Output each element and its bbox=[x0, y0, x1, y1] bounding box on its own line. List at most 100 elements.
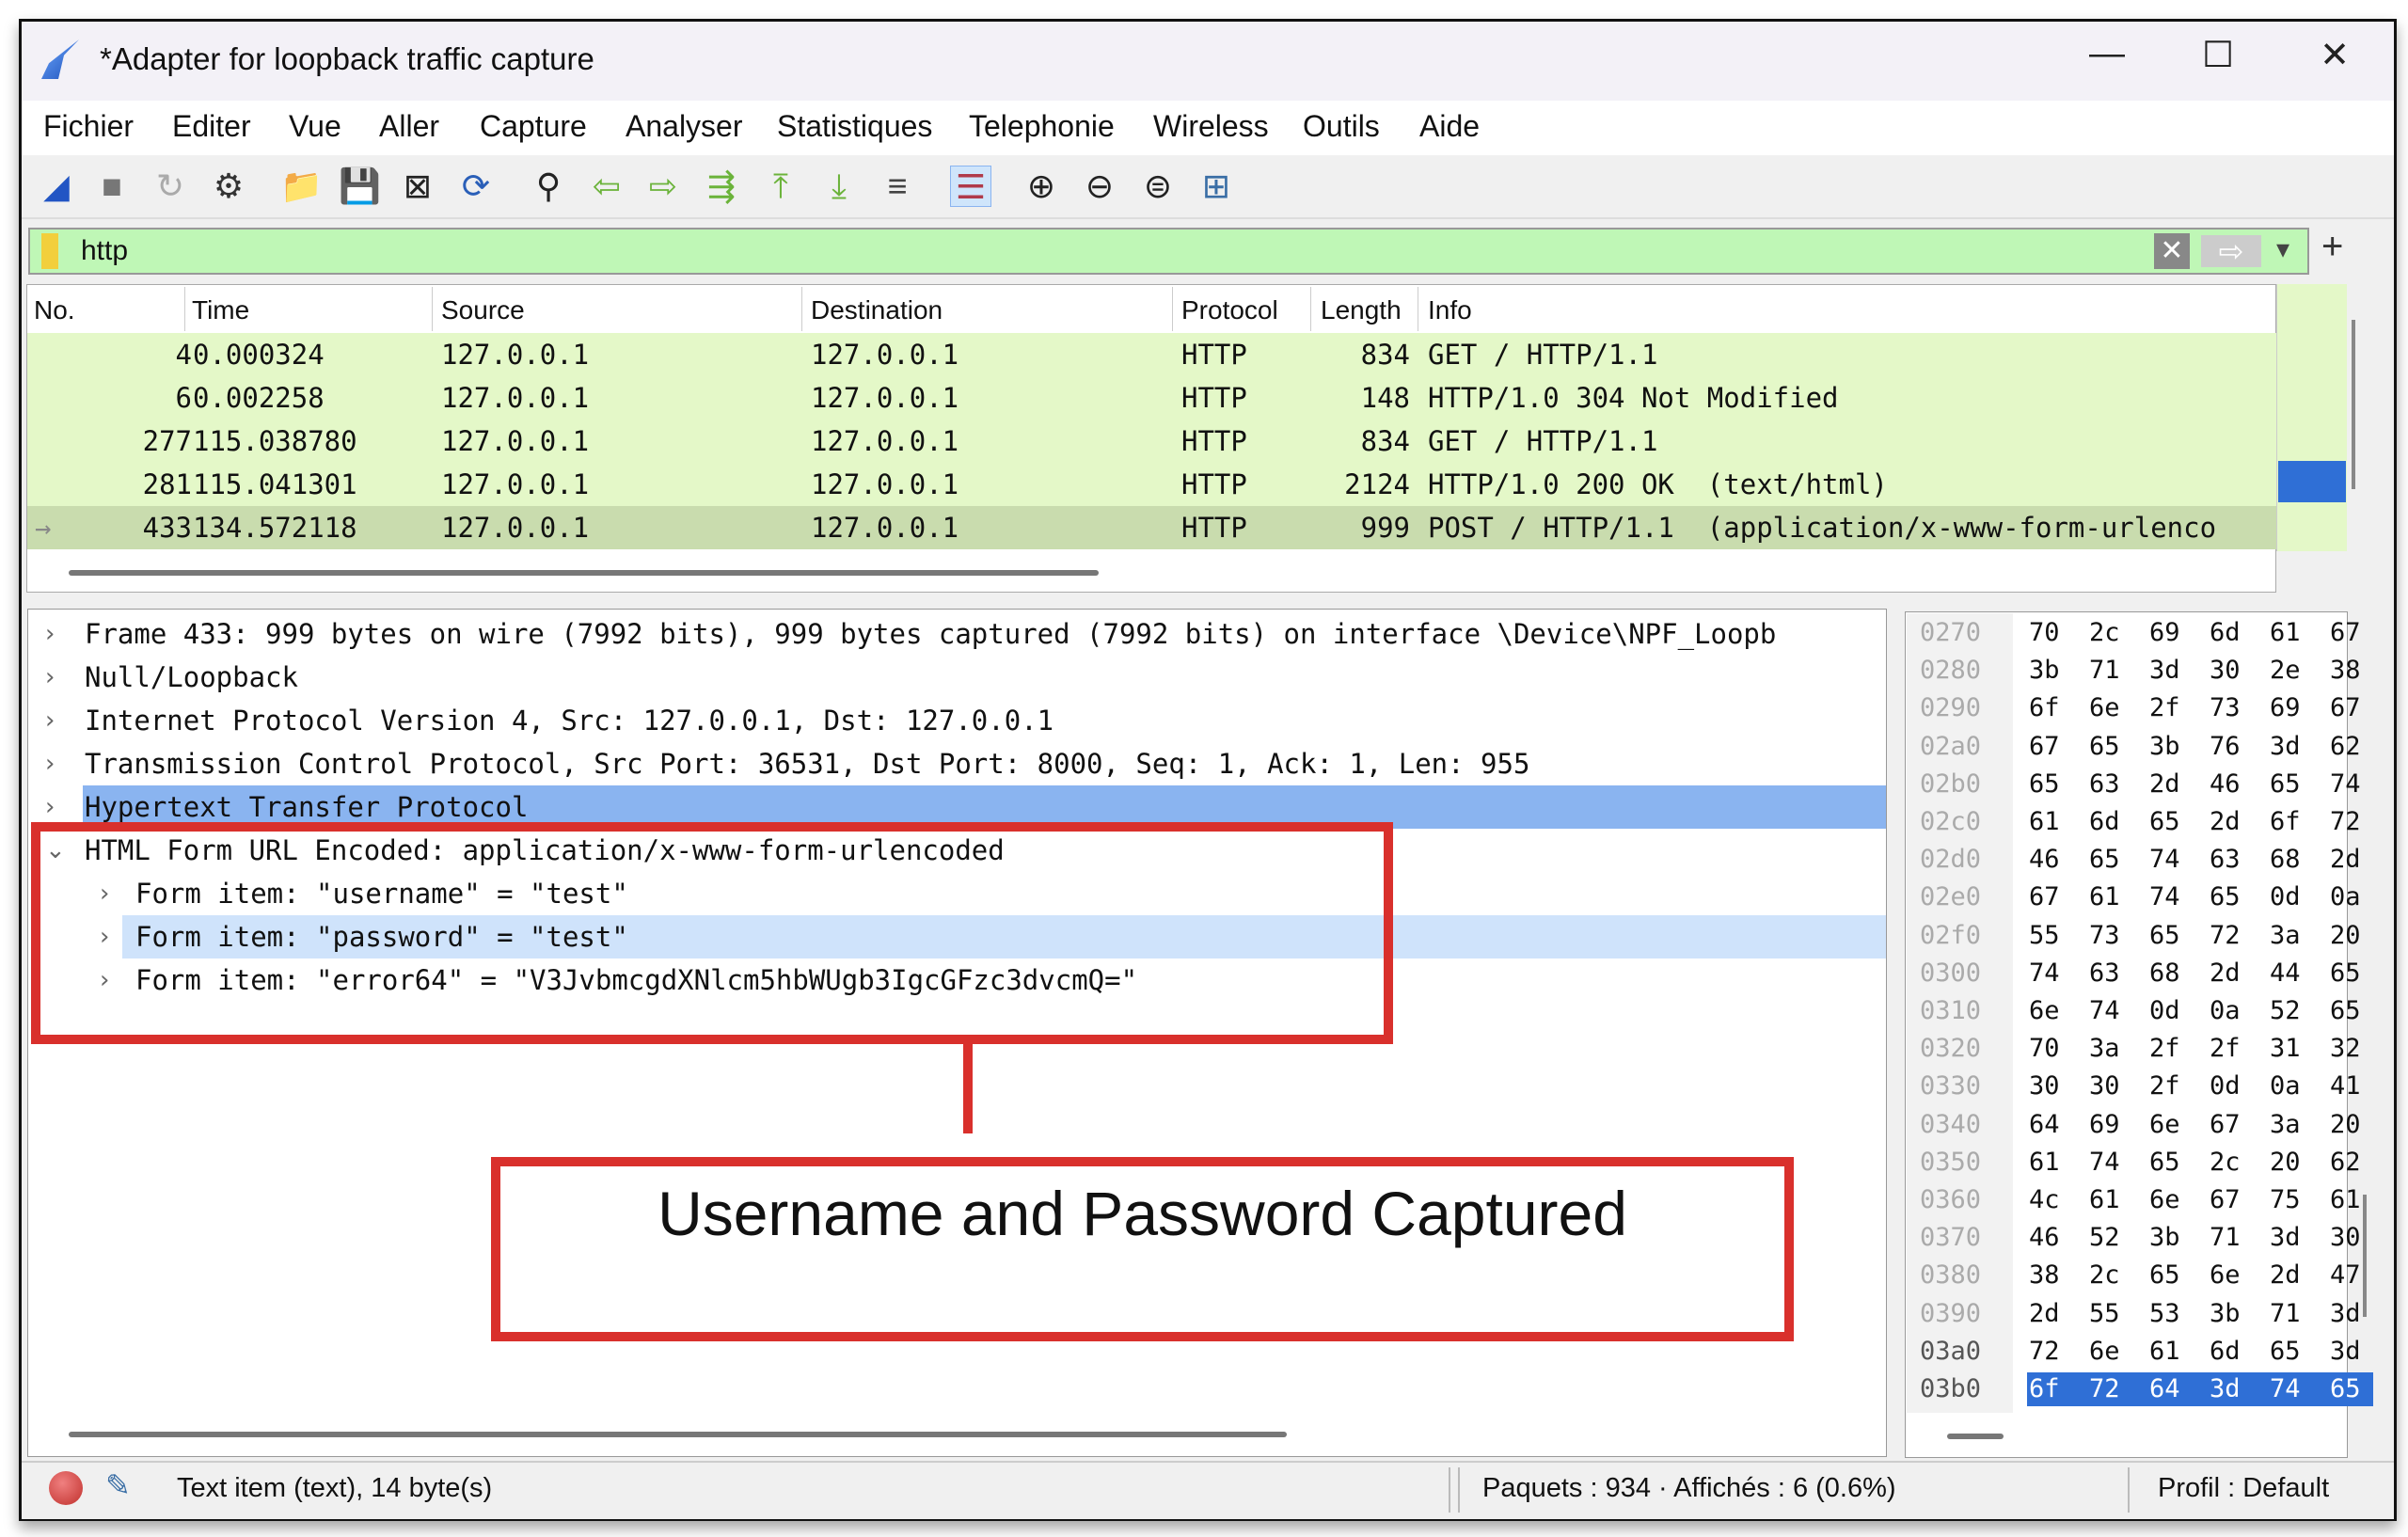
hex-row[interactable]: 03b06f72643d7465 bbox=[1907, 1371, 2349, 1408]
hex-byte[interactable]: 61 bbox=[2330, 1181, 2361, 1219]
hex-byte[interactable]: 63 bbox=[2089, 766, 2120, 803]
go-to-icon[interactable]: ⇶ bbox=[701, 166, 742, 207]
hex-byte[interactable]: 69 bbox=[2149, 614, 2180, 652]
hex-byte[interactable]: 6f bbox=[2029, 689, 2060, 727]
hex-byte[interactable]: 30 bbox=[2330, 1219, 2361, 1257]
hex-row[interactable]: 03604c616e677561 bbox=[1907, 1181, 2349, 1219]
hex-byte[interactable]: 68 bbox=[2149, 955, 2180, 992]
hex-byte[interactable]: 67 bbox=[2210, 1181, 2241, 1219]
hex-byte[interactable]: 3a bbox=[2270, 917, 2301, 955]
detail-tree-item[interactable]: ›Internet Protocol Version 4, Src: 127.0… bbox=[28, 699, 1886, 742]
hex-byte[interactable]: 44 bbox=[2270, 955, 2301, 992]
hex-byte[interactable]: 68 bbox=[2270, 841, 2301, 879]
packet-row[interactable]: 277115.038780127.0.0.1127.0.0.1HTTP834GE… bbox=[27, 420, 2276, 463]
detail-tree-item[interactable]: ›Frame 433: 999 bytes on wire (7992 bits… bbox=[28, 612, 1886, 656]
chevron-right-icon[interactable]: › bbox=[45, 699, 55, 742]
hex-byte[interactable]: 72 bbox=[2089, 1371, 2120, 1408]
hex-byte[interactable]: 74 bbox=[2270, 1371, 2301, 1408]
hex-byte[interactable]: 65 bbox=[2089, 841, 2120, 879]
hex-byte[interactable]: 2f bbox=[2149, 689, 2180, 727]
zoom-out-icon[interactable]: ⊖ bbox=[1079, 166, 1120, 207]
hex-byte[interactable]: 62 bbox=[2330, 728, 2361, 766]
packet-row[interactable]: 433134.572118127.0.0.1127.0.0.1HTTP999PO… bbox=[27, 506, 2276, 549]
hex-byte[interactable]: 0d bbox=[2210, 1068, 2241, 1105]
hex-row[interactable]: 0270702c696d6167 bbox=[1907, 614, 2349, 652]
hex-byte[interactable]: 65 bbox=[2089, 728, 2120, 766]
hex-byte[interactable]: 62 bbox=[2330, 1144, 2361, 1181]
hex-byte[interactable]: 38 bbox=[2330, 652, 2361, 689]
hex-byte[interactable]: 52 bbox=[2089, 1219, 2120, 1257]
filter-dropdown-button[interactable]: ▾ bbox=[2276, 233, 2289, 264]
hex-byte[interactable]: 0a bbox=[2210, 992, 2241, 1030]
hex-byte[interactable]: 74 bbox=[2149, 841, 2180, 879]
hex-byte[interactable]: 6d bbox=[2089, 803, 2120, 841]
column-header-source[interactable]: Source bbox=[441, 295, 525, 325]
stop-icon[interactable]: ■ bbox=[91, 166, 133, 207]
column-divider[interactable] bbox=[1172, 287, 1173, 331]
hex-byte[interactable]: 72 bbox=[2210, 917, 2241, 955]
hex-byte[interactable]: 67 bbox=[2330, 689, 2361, 727]
hex-byte[interactable]: 69 bbox=[2089, 1106, 2120, 1144]
hex-row[interactable]: 033030302f0d0a41 bbox=[1907, 1068, 2349, 1105]
details-hscrollbar[interactable] bbox=[69, 1432, 1287, 1437]
hex-byte[interactable]: 55 bbox=[2029, 917, 2060, 955]
hex-row[interactable]: 02906f6e2f736967 bbox=[1907, 689, 2349, 727]
hex-byte[interactable]: 6e bbox=[2029, 992, 2060, 1030]
hex-byte[interactable]: 0d bbox=[2149, 992, 2180, 1030]
hex-byte[interactable]: 71 bbox=[2089, 652, 2120, 689]
column-header-no[interactable]: No. bbox=[34, 295, 75, 325]
hex-byte[interactable]: 3d bbox=[2149, 652, 2180, 689]
hex-byte[interactable]: 6f bbox=[2029, 1371, 2060, 1408]
column-divider[interactable] bbox=[801, 287, 802, 331]
menu-aide[interactable]: Aide bbox=[1419, 109, 1480, 144]
hex-byte[interactable]: 2d bbox=[2210, 955, 2241, 992]
menu-capture[interactable]: Capture bbox=[480, 109, 587, 144]
detail-tree-item[interactable]: ›Transmission Control Protocol, Src Port… bbox=[28, 742, 1886, 785]
hex-byte[interactable]: 55 bbox=[2089, 1295, 2120, 1333]
first-icon[interactable]: ⤒ bbox=[760, 166, 801, 207]
hex-byte[interactable]: 53 bbox=[2149, 1295, 2180, 1333]
column-divider[interactable] bbox=[184, 287, 185, 331]
hex-row[interactable]: 02c0616d652d6f72 bbox=[1907, 803, 2349, 841]
find-icon[interactable]: ⚲ bbox=[528, 166, 569, 207]
hex-byte[interactable]: 6e bbox=[2149, 1106, 2180, 1144]
hex-byte[interactable]: 2f bbox=[2210, 1030, 2241, 1068]
hex-row[interactable]: 02f0557365723a20 bbox=[1907, 917, 2349, 955]
display-filter-input[interactable]: http bbox=[81, 235, 128, 267]
menu-outils[interactable]: Outils bbox=[1303, 109, 1380, 144]
hex-byte[interactable]: 3d bbox=[2270, 1219, 2301, 1257]
hex-byte[interactable]: 6e bbox=[2149, 1181, 2180, 1219]
hex-byte[interactable]: 2c bbox=[2210, 1144, 2241, 1181]
hex-byte[interactable]: 71 bbox=[2210, 1219, 2241, 1257]
hex-byte[interactable]: 3d bbox=[2210, 1371, 2241, 1408]
hex-byte[interactable]: 3a bbox=[2270, 1106, 2301, 1144]
last-icon[interactable]: ⤓ bbox=[818, 166, 860, 207]
hex-row[interactable]: 02803b713d302e38 bbox=[1907, 652, 2349, 689]
minimize-button[interactable]: — bbox=[2079, 34, 2135, 74]
chevron-right-icon[interactable]: › bbox=[45, 656, 55, 699]
hex-byte[interactable]: 2e bbox=[2270, 652, 2301, 689]
hex-byte[interactable]: 67 bbox=[2029, 879, 2060, 916]
chevron-right-icon[interactable]: › bbox=[45, 612, 55, 656]
hex-byte[interactable]: 70 bbox=[2029, 614, 2060, 652]
column-divider[interactable] bbox=[432, 287, 433, 331]
hex-byte[interactable]: 20 bbox=[2270, 1144, 2301, 1181]
hex-byte[interactable]: 20 bbox=[2330, 1106, 2361, 1144]
restart-icon[interactable]: ↻ bbox=[150, 166, 191, 207]
menu-statistiques[interactable]: Statistiques bbox=[777, 109, 932, 144]
hex-byte[interactable]: 46 bbox=[2210, 766, 2241, 803]
clear-filter-button[interactable]: ✕ bbox=[2154, 233, 2190, 269]
chevron-right-icon[interactable]: › bbox=[45, 742, 55, 785]
reload-icon[interactable]: ⟳ bbox=[455, 166, 497, 207]
hex-byte[interactable]: 0a bbox=[2270, 1068, 2301, 1105]
hex-row[interactable]: 02b065632d466574 bbox=[1907, 766, 2349, 803]
hex-row[interactable]: 034064696e673a20 bbox=[1907, 1106, 2349, 1144]
hex-row[interactable]: 03106e740d0a5265 bbox=[1907, 992, 2349, 1030]
hex-byte[interactable]: 2c bbox=[2089, 614, 2120, 652]
hex-row[interactable]: 03902d55533b713d bbox=[1907, 1295, 2349, 1333]
hex-byte[interactable]: 2c bbox=[2089, 1257, 2120, 1294]
hex-byte[interactable]: 2d bbox=[2149, 766, 2180, 803]
hex-row[interactable]: 037046523b713d30 bbox=[1907, 1219, 2349, 1257]
apply-filter-button[interactable]: ⇨ bbox=[2201, 235, 2261, 267]
hex-byte[interactable]: 6d bbox=[2210, 614, 2241, 652]
